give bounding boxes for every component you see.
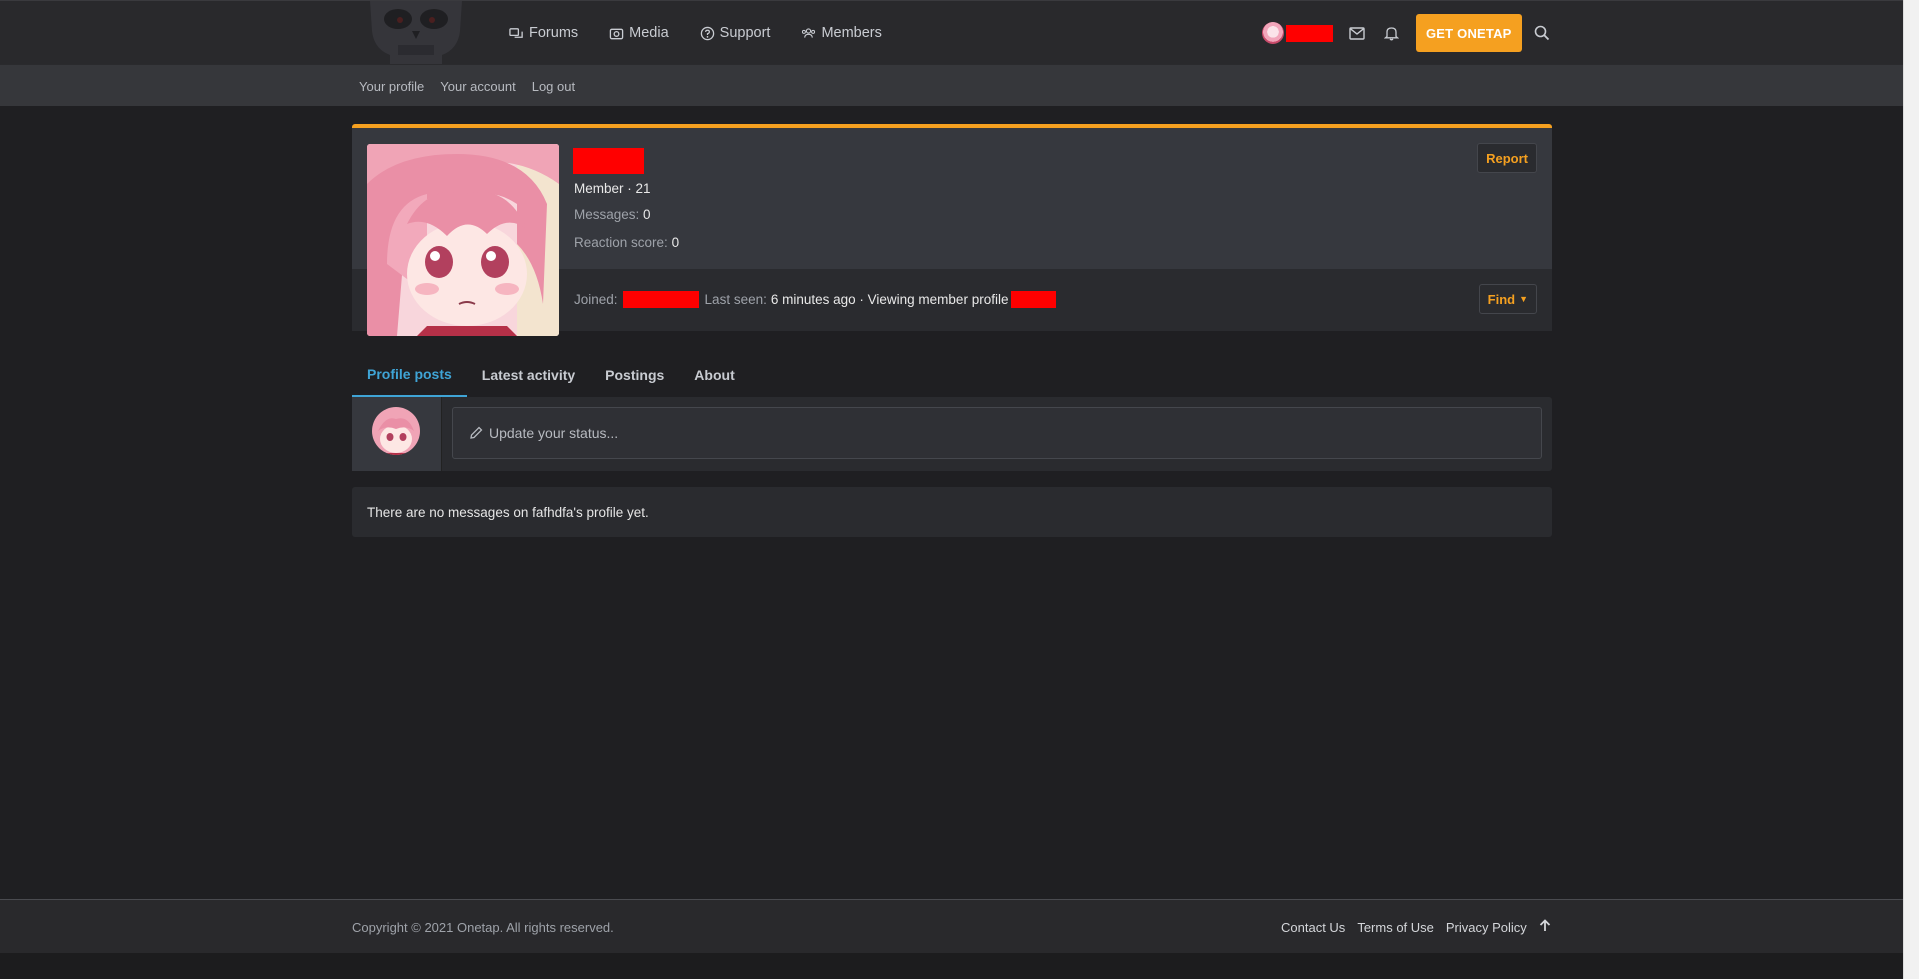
contact-us-link[interactable]: Contact Us [1281,920,1345,935]
account-subnav: Your profile Your account Log out [359,65,575,107]
joined-row: Joined: Last seen: 6 minutes ago · Viewi… [574,291,1057,308]
tab-about[interactable]: About [679,353,749,397]
pencil-icon [470,426,483,439]
user-avatar[interactable] [1262,22,1284,44]
nav-members-label: Members [821,25,882,41]
privacy-policy-link[interactable]: Privacy Policy [1446,920,1527,935]
page-footer: Copyright © 2021 Onetap. All rights rese… [0,899,1903,953]
reaction-score-label: Reaction score: [574,235,668,250]
bottom-strip [0,953,1903,979]
status-update-box: Update your status... [352,397,1552,471]
report-button[interactable]: Report [1477,143,1537,173]
your-account-link[interactable]: Your account [440,79,515,94]
terms-of-use-link[interactable]: Terms of Use [1357,920,1434,935]
tab-postings[interactable]: Postings [590,353,679,397]
top-header: Forums Media Support Members GET ONETAP [0,0,1903,65]
status-avatar-cell [352,397,442,471]
page: Forums Media Support Members GET ONETAP … [0,0,1903,979]
tab-latest-activity[interactable]: Latest activity [467,353,590,397]
redacted-username[interactable] [1286,24,1333,42]
nav-media[interactable]: Media [609,25,669,41]
member-title: Member · 21 [574,181,651,196]
last-seen-label: Last seen: [704,292,767,307]
inbox-icon[interactable] [1347,23,1367,43]
copyright-text: Copyright © 2021 Onetap. All rights rese… [352,919,614,935]
your-profile-link[interactable]: Your profile [359,79,424,94]
redacted-joined-date [622,291,699,308]
reaction-score-stat: Reaction score: 0 [574,235,679,250]
member-header-card: Member · 21 Messages: 0 Reaction score: … [352,124,1552,336]
bell-icon[interactable] [1381,23,1401,43]
nav-media-label: Media [629,25,669,41]
redacted-viewing-target [1011,291,1057,308]
log-out-link[interactable]: Log out [532,79,575,94]
joined-label: Joined: [574,292,618,307]
tab-profile-posts[interactable]: Profile posts [352,353,467,397]
nav-support-label: Support [719,25,771,41]
question-circle-icon [700,26,714,40]
messages-label: Messages: [574,207,640,222]
status-placeholder: Update your status... [489,425,619,441]
get-onetap-button[interactable]: GET ONETAP [1416,14,1522,52]
find-dropdown-button[interactable]: Find ▼ [1478,284,1537,314]
messages-stat: Messages: 0 [574,207,651,222]
nav-members[interactable]: Members [801,25,882,41]
users-icon [802,27,816,38]
reaction-score-value: 0 [671,235,680,250]
search-icon[interactable] [1532,23,1552,43]
status-input[interactable]: Update your status... [452,407,1542,459]
nav-support[interactable]: Support [700,25,771,41]
page-scrollbar[interactable] [1903,0,1919,979]
nav-forums[interactable]: Forums [509,25,578,41]
profile-avatar[interactable] [367,144,559,336]
camera-icon [609,28,624,39]
nav-forums-label: Forums [529,25,579,41]
profile-tabs: Profile posts Latest activity Postings A… [352,353,750,397]
messages-value: 0 [643,207,651,222]
skull-logo[interactable] [350,1,482,65]
empty-profile-posts-notice: There are no messages on fafhdfa's profi… [352,487,1552,537]
header-user-area: GET ONETAP [1262,1,1552,65]
last-seen-value: 6 minutes ago · Viewing member profile [770,292,1009,307]
forums-icon [509,27,523,38]
empty-message: There are no messages on fafhdfa's profi… [367,504,649,520]
find-label: Find [1487,291,1516,307]
main-nav: Forums Media Support Members [509,1,913,65]
caret-down-icon: ▼ [1519,294,1528,304]
status-avatar[interactable] [372,407,420,455]
arrow-up-icon[interactable] [1539,919,1551,935]
account-subnav-bar: Your profile Your account Log out [0,64,1903,106]
redacted-profile-username [573,148,644,174]
footer-links: Contact Us Terms of Use Privacy Policy [1281,900,1551,954]
